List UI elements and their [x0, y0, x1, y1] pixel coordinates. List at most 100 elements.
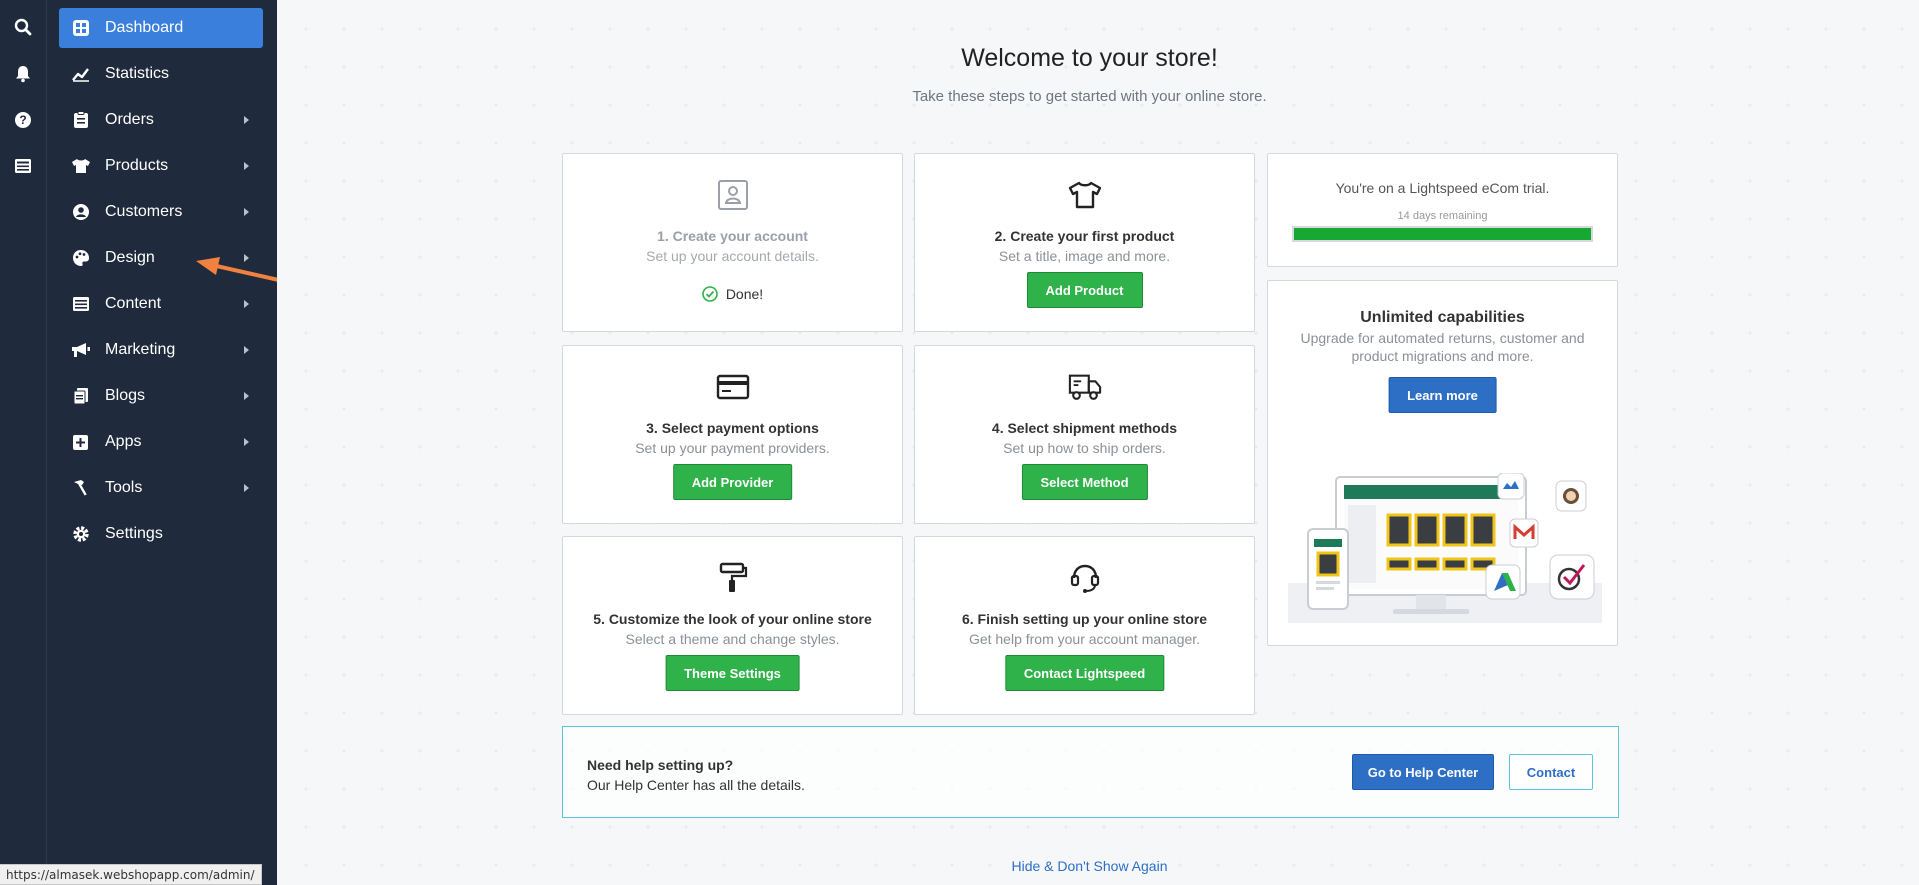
gear-icon: [71, 524, 91, 544]
theme-settings-button[interactable]: Theme Settings: [665, 655, 800, 691]
bell-icon[interactable]: [11, 62, 35, 86]
contact-lightspeed-button[interactable]: Contact Lightspeed: [1004, 655, 1165, 691]
chart-line-icon: [71, 64, 91, 84]
sidebar-item-orders[interactable]: Orders: [59, 100, 263, 140]
sidebar-item-design[interactable]: Design: [59, 238, 263, 278]
sidebar-item-marketing[interactable]: Marketing: [59, 330, 263, 370]
chevron-right-icon: [244, 392, 249, 400]
sidebar-item-customers[interactable]: Customers: [59, 192, 263, 232]
sidebar-item-label: Customers: [105, 203, 183, 220]
newspaper-icon[interactable]: [11, 154, 35, 178]
chevron-right-icon: [244, 484, 249, 492]
page-subtitle: Take these steps to get started with you…: [912, 88, 1267, 105]
capabilities-card: Unlimited capabilities Upgrade for autom…: [1267, 280, 1618, 646]
store-illustration: [1288, 473, 1602, 623]
sidebar-item-apps[interactable]: Apps: [59, 422, 263, 462]
main-content: Welcome to your store! Take these steps …: [277, 0, 1919, 885]
step-title: 1. Create your account: [657, 228, 808, 244]
sidebar-item-label: Marketing: [105, 341, 176, 358]
learn-more-button[interactable]: Learn more: [1388, 377, 1497, 413]
browser-status-bar: https://almasek.webshopapp.com/admin/: [0, 864, 262, 885]
status-text: Done!: [725, 286, 764, 302]
clipboard-icon: [71, 110, 91, 130]
sidebar: Dashboard Statistics Orders Products Cus…: [47, 0, 277, 885]
contact-button[interactable]: Contact: [1509, 754, 1593, 790]
svg-text:?: ?: [19, 113, 26, 127]
palette-icon: [71, 248, 91, 268]
headset-icon: [1068, 561, 1102, 595]
chevron-right-icon: [244, 254, 249, 262]
step-title: 3. Select payment options: [646, 420, 819, 436]
step-description: Set up your payment providers.: [635, 440, 830, 456]
sidebar-item-label: Apps: [105, 433, 142, 450]
check-circle-icon: [702, 286, 718, 302]
page-title: Welcome to your store!: [961, 44, 1218, 72]
sidebar-item-label: Content: [105, 295, 162, 312]
add-product-button[interactable]: Add Product: [1026, 272, 1143, 308]
trial-progress-fill: [1294, 228, 1591, 240]
sidebar-item-label: Products: [105, 157, 169, 174]
credit-card-icon: [716, 370, 750, 404]
chevron-right-icon: [244, 208, 249, 216]
status-url: https://almasek.webshopapp.com/admin/: [6, 867, 255, 882]
sidebar-item-label: Statistics: [105, 65, 170, 82]
sidebar-item-label: Settings: [105, 525, 163, 542]
step-title: 4. Select shipment methods: [991, 420, 1178, 436]
step-description: Set up how to ship orders.: [1003, 440, 1166, 456]
sidebar-item-statistics[interactable]: Statistics: [59, 54, 263, 94]
megaphone-icon: [71, 340, 91, 360]
sidebar-item-label: Tools: [105, 479, 143, 496]
capabilities-description: Upgrade for automated returns, customer …: [1300, 330, 1585, 364]
step-title: 6. Finish setting up your online store: [961, 611, 1208, 627]
step-card-shipment: 4. Select shipment methods Set up how to…: [914, 345, 1255, 524]
hide-dont-show-again-link[interactable]: Hide & Don't Show Again: [277, 858, 1902, 874]
sidebar-item-dashboard[interactable]: Dashboard: [59, 8, 263, 48]
help-subtitle: Our Help Center has all the details.: [587, 777, 805, 793]
sidebar-item-tools[interactable]: Tools: [59, 468, 263, 508]
sidebar-item-products[interactable]: Products: [59, 146, 263, 186]
sidebar-item-content[interactable]: Content: [59, 284, 263, 324]
step-title: 5. Customize the look of your online sto…: [593, 611, 872, 627]
add-provider-button[interactable]: Add Provider: [672, 464, 793, 500]
chevron-right-icon: [244, 300, 249, 308]
chevron-right-icon: [244, 438, 249, 446]
step-description: Select a theme and change styles.: [625, 631, 840, 647]
step-card-theme: 5. Customize the look of your online sto…: [562, 536, 903, 715]
help-icon[interactable]: ?: [11, 108, 35, 132]
step-title: 2. Create your first product: [994, 228, 1175, 244]
select-method-button[interactable]: Select Method: [1021, 464, 1148, 500]
go-to-help-center-button[interactable]: Go to Help Center: [1352, 754, 1494, 790]
user-icon: [71, 202, 91, 222]
step-card-finish: 6. Finish setting up your online store G…: [914, 536, 1255, 715]
sidebar-item-label: Orders: [105, 111, 154, 128]
step-description: Get help from your account manager.: [968, 631, 1201, 647]
step-description: Set up your account details.: [646, 248, 819, 264]
step-card-product: 2. Create your first product Set a title…: [914, 153, 1255, 332]
paint-roller-icon: [716, 561, 750, 595]
chevron-right-icon: [244, 162, 249, 170]
pages-icon: [71, 386, 91, 406]
tshirt-icon: [71, 156, 91, 176]
sidebar-item-label: Design: [105, 249, 155, 266]
layout-icon: [71, 294, 91, 314]
step-status: Done!: [563, 286, 902, 302]
chevron-right-icon: [244, 346, 249, 354]
help-banner: Need help setting up? Our Help Center ha…: [562, 726, 1619, 818]
search-icon[interactable]: [11, 15, 35, 39]
sidebar-item-settings[interactable]: Settings: [59, 514, 263, 554]
tshirt-icon: [1068, 178, 1102, 212]
app-plus-icon: [71, 432, 91, 452]
step-card-payment: 3. Select payment options Set up your pa…: [562, 345, 903, 524]
trial-card: You're on a Lightspeed eCom trial. 14 da…: [1267, 153, 1618, 267]
sidebar-item-blogs[interactable]: Blogs: [59, 376, 263, 416]
step-description: Set a title, image and more.: [998, 248, 1171, 264]
truck-icon: [1068, 370, 1102, 404]
sidebar-item-label: Blogs: [105, 387, 146, 404]
step-card-account: 1. Create your account Set up your accou…: [562, 153, 903, 332]
dashboard-icon: [71, 18, 91, 38]
icon-rail: ?: [0, 0, 47, 885]
trial-progress-bar: [1292, 226, 1593, 242]
sidebar-item-label: Dashboard: [105, 19, 184, 36]
hammer-icon: [71, 478, 91, 498]
chevron-right-icon: [244, 116, 249, 124]
